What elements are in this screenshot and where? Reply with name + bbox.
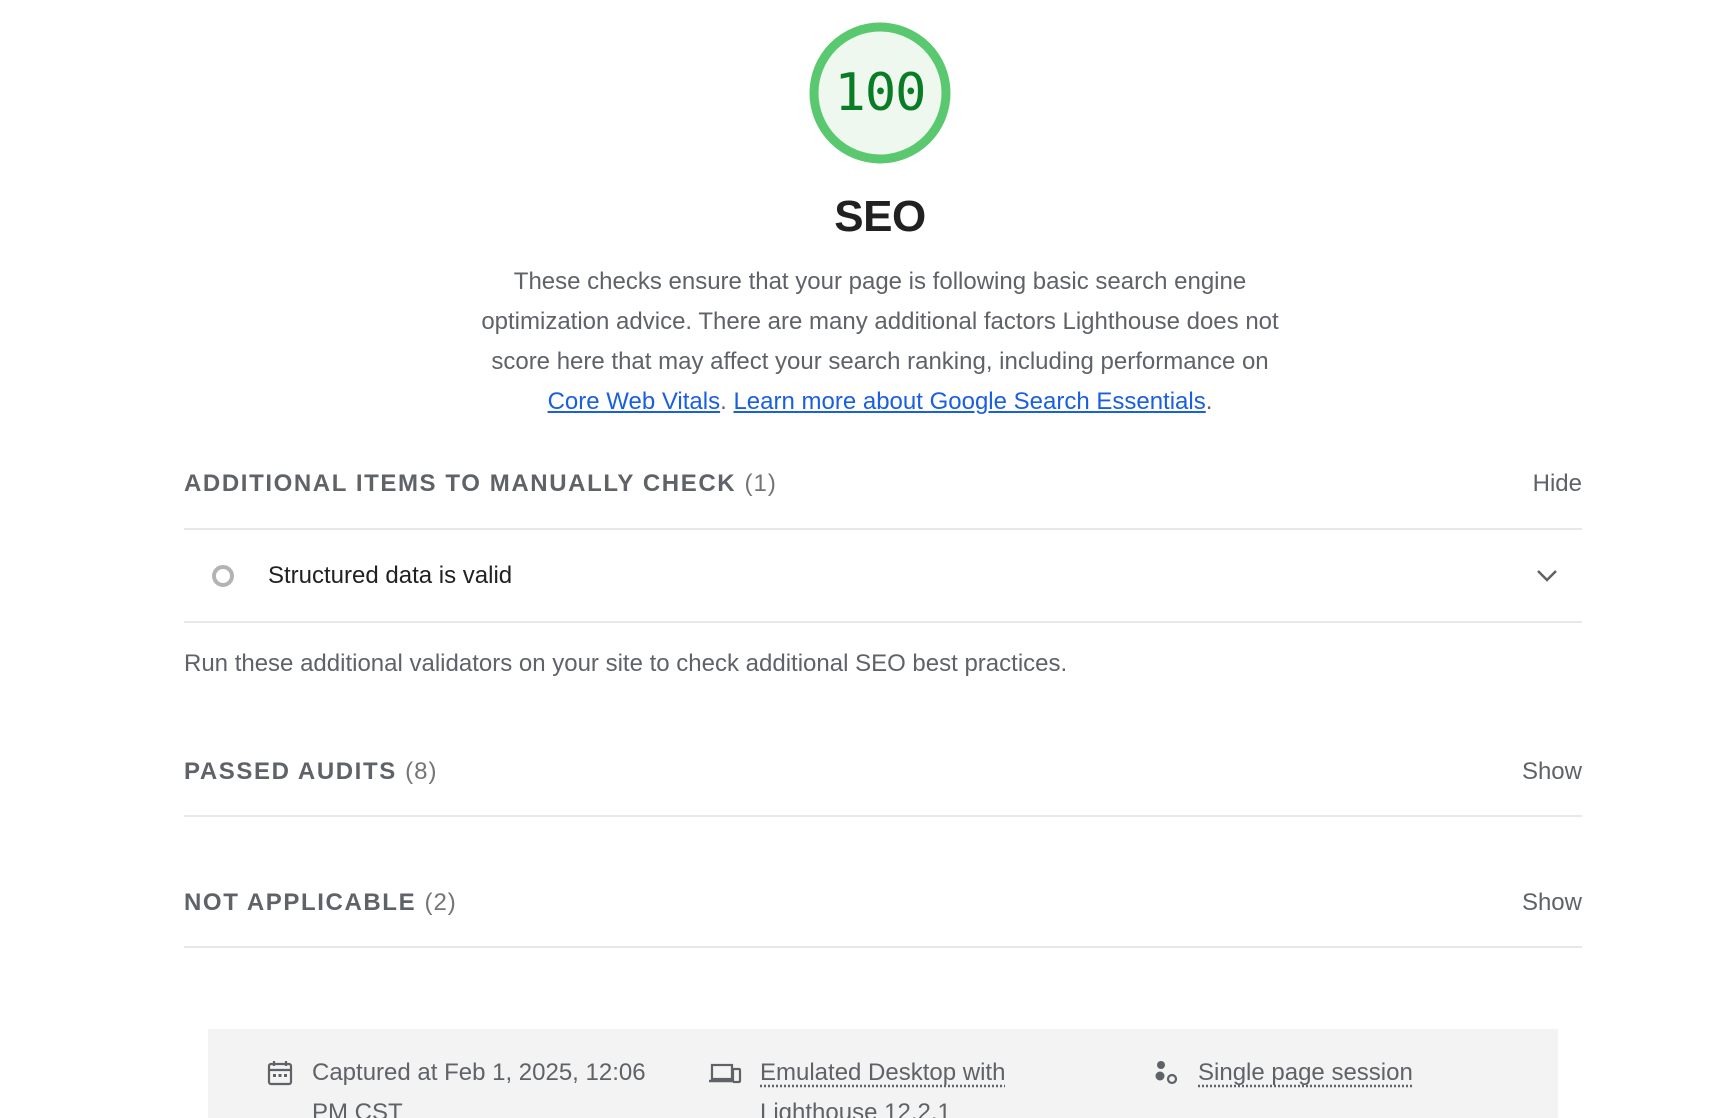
session-item[interactable]: Single page session [1152, 1053, 1413, 1093]
core-web-vitals-link[interactable]: Core Web Vitals [548, 388, 721, 415]
category-description-text: These checks ensure that your page is fo… [481, 268, 1279, 375]
passed-audits-count: (8) [405, 758, 438, 785]
score-value: 100 [834, 63, 927, 123]
divider [184, 815, 1582, 817]
group-title: NOT APPLICABLE (2) [184, 889, 457, 917]
chevron-down-icon[interactable] [1536, 569, 1558, 583]
not-applicable-group-header[interactable]: NOT APPLICABLE (2) Show [184, 883, 1582, 923]
manual-check-title: ADDITIONAL ITEMS TO MANUALLY CHECK [184, 470, 737, 497]
calendar-icon [267, 1061, 293, 1086]
manual-audit-marker-icon [212, 565, 234, 587]
session-icon [1155, 1061, 1178, 1085]
category-title: SEO [834, 192, 926, 241]
audit-title: Structured data is valid [268, 562, 513, 589]
devices-icon [709, 1063, 742, 1084]
emulated-device-item[interactable]: Emulated Desktop with Lighthouse 12.2.1 [708, 1053, 1005, 1118]
hide-toggle[interactable]: Hide [1533, 470, 1582, 498]
description-separator: . [720, 388, 727, 415]
audit-structured-data[interactable]: Structured data is valid [184, 530, 1582, 622]
lighthouse-report: 100 SEO These checks ensure that your pa… [0, 0, 1734, 1118]
passed-audits-title: PASSED AUDITS [184, 758, 397, 785]
emulated-device-text[interactable]: Emulated Desktop with Lighthouse 12.2.1 [760, 1053, 1005, 1118]
score-gauge[interactable]: 100 [808, 21, 952, 165]
learn-more-link[interactable]: Learn more about Google Search Essential… [733, 388, 1205, 415]
not-applicable-count: (2) [424, 889, 457, 916]
captured-at-line1: Captured at Feb 1, 2025, 12:06 [312, 1059, 646, 1086]
manual-group-description: Run these additional validators on your … [184, 650, 1068, 677]
group-title: ADDITIONAL ITEMS TO MANUALLY CHECK (1) [184, 470, 777, 498]
captured-at-item: Captured at Feb 1, 2025, 12:06 PM CST [266, 1053, 646, 1118]
runtime-settings-footer: Captured at Feb 1, 2025, 12:06 PM CST Em… [208, 1029, 1558, 1118]
not-applicable-title: NOT APPLICABLE [184, 889, 417, 916]
show-toggle-not-applicable[interactable]: Show [1522, 889, 1582, 917]
emulated-line1: Emulated Desktop with [760, 1059, 1006, 1086]
emulated-line2: Lighthouse 12.2.1 [760, 1099, 951, 1118]
show-toggle-passed[interactable]: Show [1522, 758, 1582, 786]
category-description: These checks ensure that your page is fo… [480, 262, 1280, 422]
manual-check-group-header[interactable]: ADDITIONAL ITEMS TO MANUALLY CHECK (1) H… [184, 464, 1582, 504]
captured-at-line2: PM CST [312, 1099, 403, 1118]
group-title: PASSED AUDITS (8) [184, 758, 437, 786]
session-text[interactable]: Single page session [1198, 1053, 1413, 1093]
captured-at-text: Captured at Feb 1, 2025, 12:06 PM CST [312, 1053, 646, 1118]
manual-check-count: (1) [744, 470, 777, 497]
divider [184, 946, 1582, 948]
divider [184, 621, 1582, 623]
description-trailing: . [1205, 388, 1213, 415]
passed-audits-group-header[interactable]: PASSED AUDITS (8) Show [184, 752, 1582, 792]
